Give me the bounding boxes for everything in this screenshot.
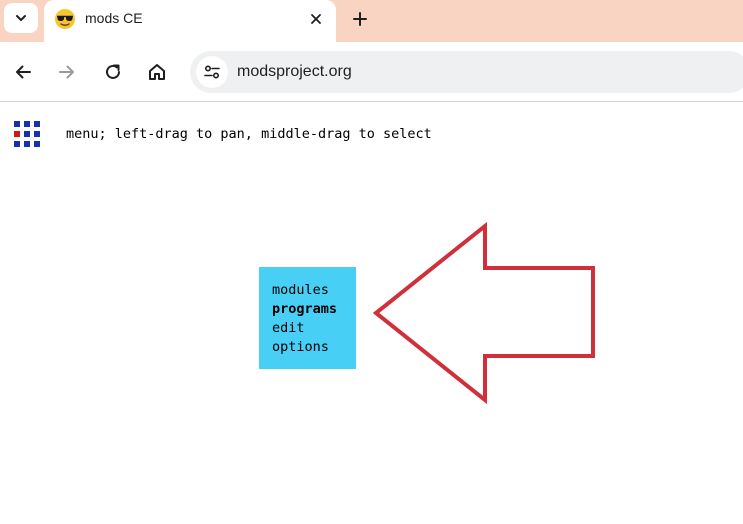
url-text[interactable]: modsproject.org (237, 63, 352, 81)
close-tab-button[interactable] (304, 8, 328, 30)
home-button[interactable] (142, 57, 172, 87)
site-info-button[interactable] (196, 56, 228, 88)
annotation-arrow-icon (372, 221, 595, 404)
menu-item-programs[interactable]: programs (272, 300, 356, 319)
browser-toolbar: modsproject.org (0, 42, 743, 102)
back-button[interactable] (8, 57, 38, 87)
close-icon (311, 14, 321, 24)
reload-button[interactable] (98, 57, 128, 87)
tab-strip: mods CE (0, 0, 743, 42)
browser-tab[interactable]: mods CE (44, 0, 336, 42)
menu-item-edit[interactable]: edit (272, 319, 356, 338)
context-menu: modules programs edit options (259, 267, 356, 369)
page-content: menu; left-drag to pan, middle-drag to s… (0, 103, 743, 524)
instruction-text: menu; left-drag to pan, middle-drag to s… (66, 126, 432, 142)
tab-list-button[interactable] (4, 3, 38, 33)
home-icon (149, 64, 165, 80)
new-tab-button[interactable] (346, 6, 374, 32)
arrow-left-icon (16, 65, 31, 79)
plus-icon (353, 12, 367, 26)
arrow-right-icon (59, 65, 74, 79)
address-bar[interactable]: modsproject.org (190, 51, 743, 93)
tune-icon (204, 65, 220, 79)
forward-button[interactable] (52, 57, 82, 87)
sunglasses-emoji-icon (55, 9, 75, 29)
mods-logo-icon[interactable] (13, 120, 41, 148)
reload-icon (106, 64, 120, 79)
menu-item-modules[interactable]: modules (272, 281, 356, 300)
chevron-down-icon (16, 15, 26, 21)
tab-title: mods CE (85, 10, 143, 26)
menu-item-options[interactable]: options (272, 338, 356, 357)
